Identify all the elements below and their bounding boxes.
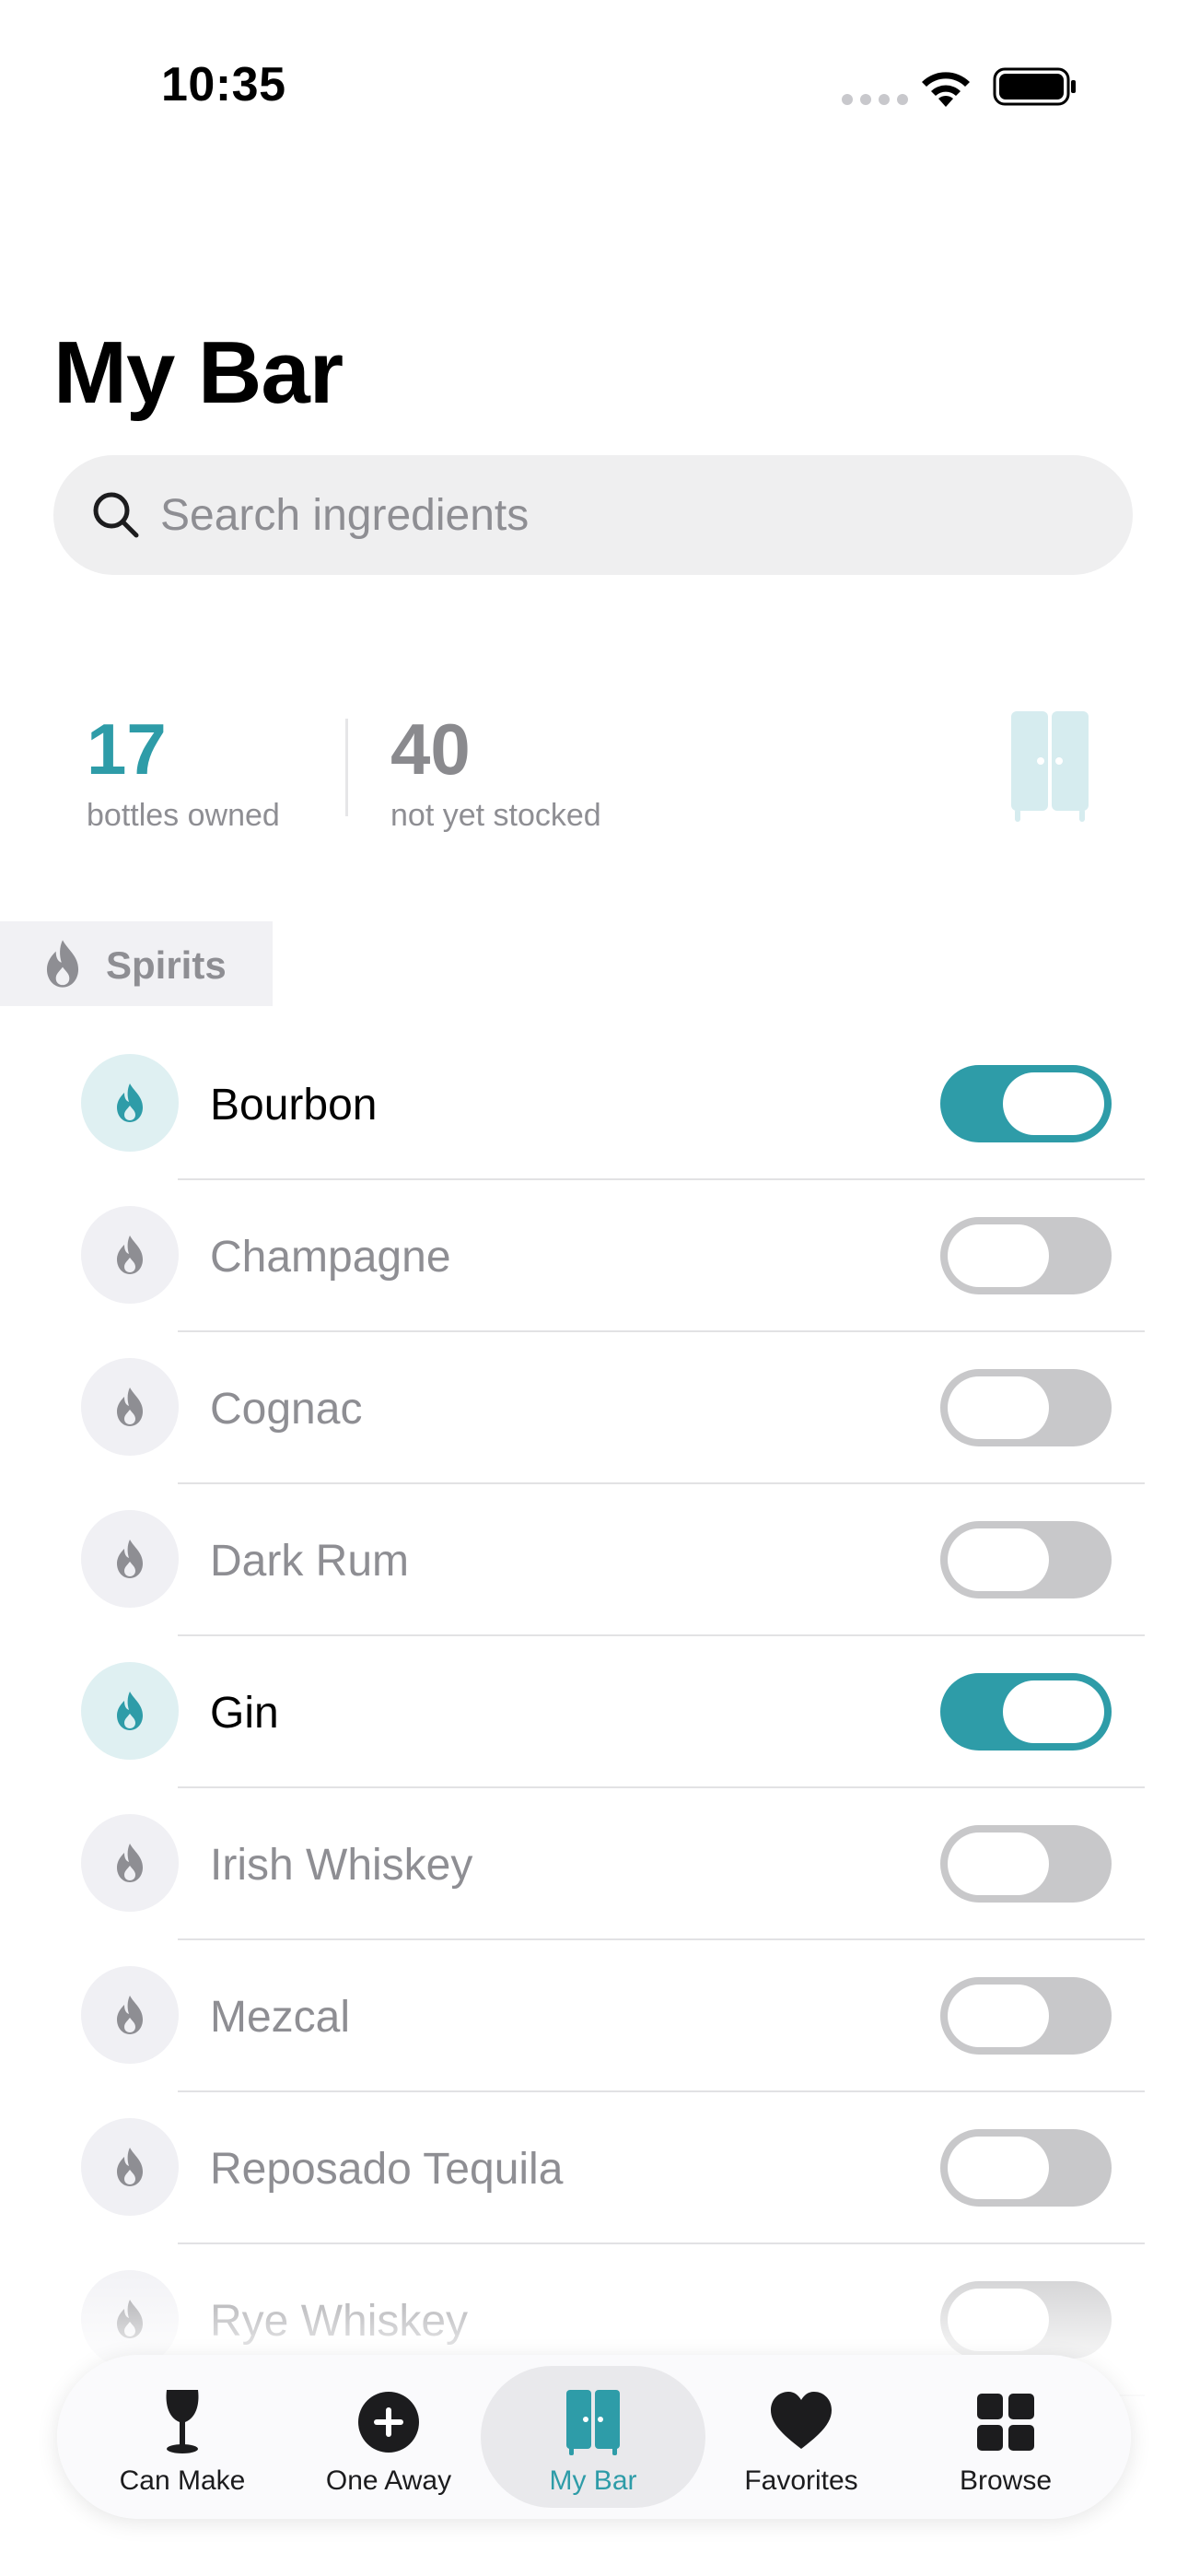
ingredient-row[interactable]: Champagne bbox=[0, 1180, 1188, 1332]
ingredient-row[interactable]: Cognac bbox=[0, 1332, 1188, 1484]
flame-icon bbox=[81, 2118, 179, 2216]
flame-icon bbox=[81, 1358, 179, 1456]
owned-toggle[interactable] bbox=[940, 1065, 1112, 1142]
tab-label: Can Make bbox=[119, 2465, 246, 2496]
tab-label: My Bar bbox=[549, 2465, 637, 2496]
not-stocked-count: 40 bbox=[390, 708, 471, 790]
cellular-signal-icon bbox=[842, 94, 908, 105]
ingredient-label: Champagne bbox=[210, 1233, 451, 1282]
section-header-spirits: Spirits bbox=[0, 921, 273, 1006]
plus-circle-icon bbox=[356, 2388, 421, 2456]
owned-label: bottles owned bbox=[87, 798, 280, 833]
ingredient-label: Bourbon bbox=[210, 1081, 378, 1130]
owned-count: 17 bbox=[87, 708, 167, 790]
ingredient-row[interactable]: Bourbon bbox=[0, 1028, 1188, 1180]
owned-toggle[interactable] bbox=[940, 1825, 1112, 1903]
flame-icon bbox=[81, 1662, 179, 1760]
toggle-knob bbox=[948, 1985, 1049, 2047]
ingredient-label: Mezcal bbox=[210, 1993, 351, 2042]
page-title: My Bar bbox=[53, 323, 344, 422]
ingredient-row[interactable]: Mezcal bbox=[0, 1940, 1188, 2092]
owned-toggle[interactable] bbox=[940, 1977, 1112, 2055]
toggle-knob bbox=[948, 2137, 1049, 2199]
ingredient-label: Gin bbox=[210, 1689, 279, 1738]
tab-label: Favorites bbox=[744, 2465, 858, 2496]
ingredient-label: Dark Rum bbox=[210, 1537, 410, 1586]
ingredient-row[interactable]: Irish Whiskey bbox=[0, 1788, 1188, 1940]
toggle-knob bbox=[948, 1224, 1049, 1287]
toggle-knob bbox=[948, 1376, 1049, 1439]
wine-glass-icon bbox=[150, 2388, 215, 2456]
flame-icon bbox=[81, 1054, 179, 1152]
flame-icon bbox=[46, 940, 79, 988]
tab-label: Browse bbox=[959, 2465, 1053, 2496]
battery-icon bbox=[993, 67, 1076, 106]
owned-toggle[interactable] bbox=[940, 1217, 1112, 1294]
cabinet-icon bbox=[1011, 711, 1089, 822]
status-bar: 10:35 bbox=[0, 0, 1188, 175]
toggle-knob bbox=[948, 1832, 1049, 1895]
ingredient-label: Cognac bbox=[210, 1385, 363, 1434]
heart-icon bbox=[769, 2388, 833, 2456]
owned-toggle[interactable] bbox=[940, 1673, 1112, 1751]
owned-toggle[interactable] bbox=[940, 2129, 1112, 2207]
toggle-knob bbox=[948, 1528, 1049, 1591]
tab-my-bar[interactable]: My Bar bbox=[481, 2366, 705, 2508]
search-input[interactable] bbox=[160, 483, 1081, 547]
ingredient-list: Bourbon Champagne Cognac Dark Rum Gin Irish W… bbox=[0, 1028, 1188, 2396]
tab-favorites[interactable]: Favorites bbox=[689, 2366, 914, 2508]
flame-icon bbox=[81, 1510, 179, 1608]
wifi-icon bbox=[922, 72, 970, 107]
search-icon bbox=[93, 492, 139, 538]
not-stocked-label: not yet stocked bbox=[390, 798, 601, 833]
flame-icon bbox=[81, 1206, 179, 1304]
cabinet-icon bbox=[561, 2388, 625, 2456]
ingredient-label: Irish Whiskey bbox=[210, 1841, 473, 1890]
ingredient-label: Reposado Tequila bbox=[210, 2145, 564, 2194]
grid-icon bbox=[973, 2388, 1038, 2456]
toggle-knob bbox=[1003, 1072, 1104, 1135]
search-bar[interactable] bbox=[53, 455, 1133, 575]
toggle-knob bbox=[1003, 1680, 1104, 1743]
tab-label: One Away bbox=[325, 2465, 452, 2496]
flame-icon bbox=[81, 1814, 179, 1912]
ingredient-row[interactable]: Reposado Tequila bbox=[0, 2092, 1188, 2244]
stats-divider bbox=[345, 719, 348, 816]
tab-can-make[interactable]: Can Make bbox=[70, 2366, 295, 2508]
status-time: 10:35 bbox=[161, 58, 286, 111]
tab-bar: Can Make One Away My Bar Favorites Browse bbox=[57, 2355, 1131, 2519]
tab-one-away[interactable]: One Away bbox=[276, 2366, 501, 2508]
owned-toggle[interactable] bbox=[940, 1521, 1112, 1598]
section-label: Spirits bbox=[106, 943, 227, 987]
ingredient-row[interactable]: Gin bbox=[0, 1636, 1188, 1788]
ingredient-row[interactable]: Dark Rum bbox=[0, 1484, 1188, 1636]
tab-browse[interactable]: Browse bbox=[893, 2366, 1118, 2508]
flame-icon bbox=[81, 1966, 179, 2064]
owned-toggle[interactable] bbox=[940, 1369, 1112, 1446]
